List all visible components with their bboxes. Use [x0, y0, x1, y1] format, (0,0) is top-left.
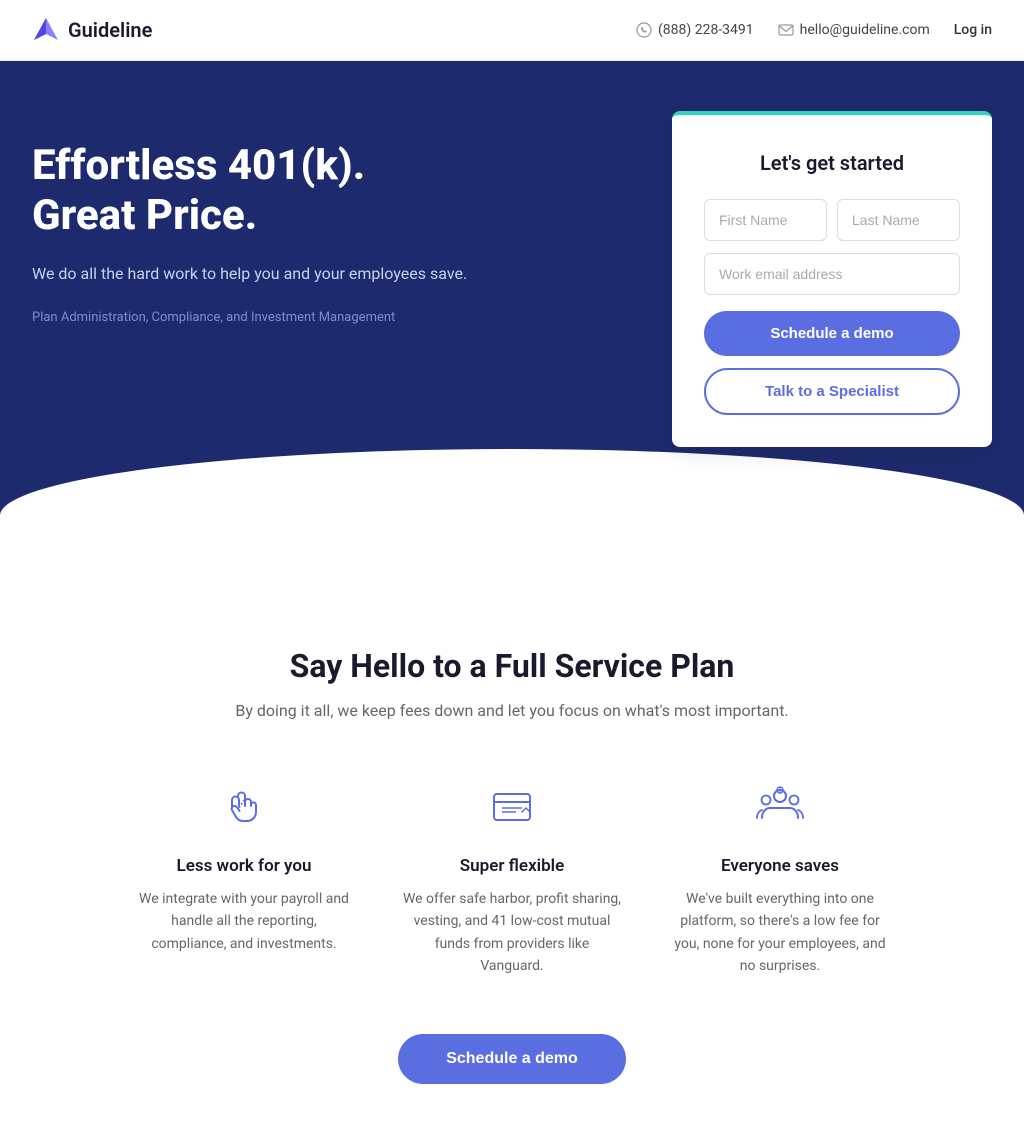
logo-icon: [32, 16, 60, 44]
features-grid: Less work for you We integrate with your…: [32, 776, 992, 978]
feature-desc-1: We offer safe harbor, profit sharing, ve…: [402, 888, 622, 978]
main-header: Guideline (888) 228-3491 hello@guideline…: [0, 0, 1024, 61]
phone-icon: [636, 22, 652, 38]
feature-desc-0: We integrate with your payroll and handl…: [134, 888, 354, 955]
hero-section: Effortless 401(k).Great Price. We do all…: [0, 61, 1024, 567]
login-link[interactable]: Log in: [954, 22, 992, 38]
hero-tags: Plan Administration, Compliance, and Inv…: [32, 310, 467, 325]
feature-item-1: Super flexible We offer safe harbor, pro…: [402, 776, 622, 978]
email-address: hello@guideline.com: [800, 22, 930, 38]
less-work-icon: [214, 776, 274, 836]
email-icon: [778, 22, 794, 38]
feature-name-2: Everyone saves: [670, 856, 890, 876]
logo-text: Guideline: [68, 18, 152, 42]
talk-to-specialist-button[interactable]: Talk to a Specialist: [704, 368, 960, 415]
phone-link[interactable]: (888) 228-3491: [636, 22, 754, 38]
feature-desc-2: We've built everything into one platform…: [670, 888, 890, 978]
features-section: Say Hello to a Full Service Plan By doin…: [0, 567, 1024, 1144]
phone-number: (888) 228-3491: [658, 22, 754, 38]
signup-form-card: Let's get started Schedule a demo Talk t…: [672, 111, 992, 447]
everyone-saves-icon: [750, 776, 810, 836]
features-schedule-demo-button[interactable]: Schedule a demo: [398, 1034, 626, 1084]
logo[interactable]: Guideline: [32, 16, 152, 44]
header-nav: (888) 228-3491 hello@guideline.com Log i…: [636, 22, 992, 38]
super-flexible-icon: [482, 776, 542, 836]
hero-title: Effortless 401(k).Great Price.: [32, 141, 467, 242]
feature-item-0: Less work for you We integrate with your…: [134, 776, 354, 978]
features-title: Say Hello to a Full Service Plan: [32, 647, 992, 685]
first-name-input[interactable]: [704, 199, 827, 241]
last-name-input[interactable]: [837, 199, 960, 241]
hero-subtitle: We do all the hard work to help you and …: [32, 262, 467, 286]
feature-item-2: Everyone saves We've built everything in…: [670, 776, 890, 978]
form-card-title: Let's get started: [704, 151, 960, 175]
hero-left: Effortless 401(k).Great Price. We do all…: [32, 121, 467, 325]
features-subtitle: By doing it all, we keep fees down and l…: [32, 701, 992, 720]
schedule-demo-button[interactable]: Schedule a demo: [704, 311, 960, 356]
features-cta: Schedule a demo: [32, 1034, 992, 1084]
email-input[interactable]: [704, 253, 960, 295]
name-row: [704, 199, 960, 241]
feature-name-0: Less work for you: [134, 856, 354, 876]
feature-name-1: Super flexible: [402, 856, 622, 876]
email-link[interactable]: hello@guideline.com: [778, 22, 930, 38]
